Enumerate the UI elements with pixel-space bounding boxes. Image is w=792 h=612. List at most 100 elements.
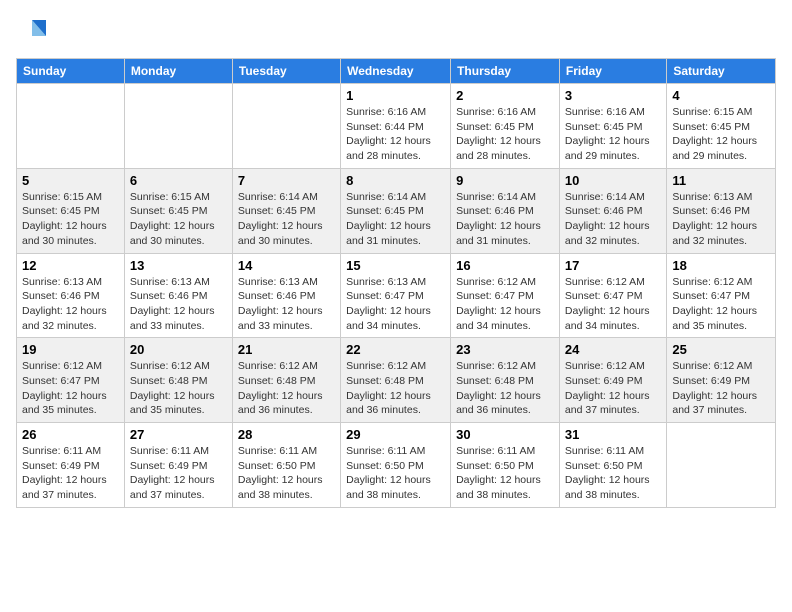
- day-info: Sunrise: 6:13 AM Sunset: 6:46 PM Dayligh…: [130, 275, 227, 334]
- day-number: 21: [238, 342, 335, 357]
- day-number: 14: [238, 258, 335, 273]
- day-info: Sunrise: 6:11 AM Sunset: 6:50 PM Dayligh…: [238, 444, 335, 503]
- page-header: [16, 16, 776, 48]
- day-info: Sunrise: 6:11 AM Sunset: 6:50 PM Dayligh…: [565, 444, 661, 503]
- calendar-cell: 12 Sunrise: 6:13 AM Sunset: 6:46 PM Dayli…: [17, 253, 125, 338]
- day-info: Sunrise: 6:12 AM Sunset: 6:48 PM Dayligh…: [456, 359, 554, 418]
- day-header-saturday: Saturday: [667, 59, 776, 84]
- calendar-cell: 23 Sunrise: 6:12 AM Sunset: 6:48 PM Dayli…: [451, 338, 560, 423]
- day-number: 6: [130, 173, 227, 188]
- calendar-cell: 31 Sunrise: 6:11 AM Sunset: 6:50 PM Dayli…: [559, 423, 666, 508]
- day-number: 29: [346, 427, 445, 442]
- calendar-table: SundayMondayTuesdayWednesdayThursdayFrid…: [16, 58, 776, 508]
- calendar-cell: 26Sunrise: 6:11 AM Sunset: 6:49 PM Dayli…: [17, 423, 125, 508]
- calendar-cell: [232, 84, 340, 169]
- calendar-cell: 11Sunrise: 6:13 AM Sunset: 6:46 PM Dayli…: [667, 168, 776, 253]
- calendar-cell: 4 Sunrise: 6:15 AM Sunset: 6:45 PM Daylig…: [667, 84, 776, 169]
- day-info: Sunrise: 6:14 AM Sunset: 6:45 PM Dayligh…: [238, 190, 335, 249]
- day-info: Sunrise: 6:14 AM Sunset: 6:45 PM Dayligh…: [346, 190, 445, 249]
- day-number: 25: [672, 342, 770, 357]
- day-number: 15: [346, 258, 445, 273]
- day-info: Sunrise: 6:14 AM Sunset: 6:46 PM Dayligh…: [456, 190, 554, 249]
- day-number: 31: [565, 427, 661, 442]
- day-info: Sunrise: 6:15 AM Sunset: 6:45 PM Dayligh…: [22, 190, 119, 249]
- day-info: Sunrise: 6:12 AM Sunset: 6:48 PM Dayligh…: [346, 359, 445, 418]
- day-number: 13: [130, 258, 227, 273]
- day-info: Sunrise: 6:12 AM Sunset: 6:49 PM Dayligh…: [672, 359, 770, 418]
- day-number: 24: [565, 342, 661, 357]
- day-info: Sunrise: 6:12 AM Sunset: 6:47 PM Dayligh…: [456, 275, 554, 334]
- day-header-wednesday: Wednesday: [341, 59, 451, 84]
- day-header-monday: Monday: [124, 59, 232, 84]
- day-number: 20: [130, 342, 227, 357]
- calendar-cell: 13 Sunrise: 6:13 AM Sunset: 6:46 PM Dayli…: [124, 253, 232, 338]
- day-number: 12: [22, 258, 119, 273]
- day-info: Sunrise: 6:12 AM Sunset: 6:47 PM Dayligh…: [22, 359, 119, 418]
- day-number: 1: [346, 88, 445, 103]
- day-header-sunday: Sunday: [17, 59, 125, 84]
- calendar-week-5: 26Sunrise: 6:11 AM Sunset: 6:49 PM Dayli…: [17, 423, 776, 508]
- calendar-cell: 22 Sunrise: 6:12 AM Sunset: 6:48 PM Dayli…: [341, 338, 451, 423]
- calendar-cell: 5Sunrise: 6:15 AM Sunset: 6:45 PM Daylig…: [17, 168, 125, 253]
- calendar-cell: 24 Sunrise: 6:12 AM Sunset: 6:49 PM Dayli…: [559, 338, 666, 423]
- calendar-cell: [124, 84, 232, 169]
- day-header-thursday: Thursday: [451, 59, 560, 84]
- day-info: Sunrise: 6:11 AM Sunset: 6:50 PM Dayligh…: [346, 444, 445, 503]
- day-number: 3: [565, 88, 661, 103]
- day-number: 19: [22, 342, 119, 357]
- day-info: Sunrise: 6:12 AM Sunset: 6:48 PM Dayligh…: [238, 359, 335, 418]
- day-info: Sunrise: 6:14 AM Sunset: 6:46 PM Dayligh…: [565, 190, 661, 249]
- day-number: 16: [456, 258, 554, 273]
- calendar-cell: 1 Sunrise: 6:16 AM Sunset: 6:44 PM Daylig…: [341, 84, 451, 169]
- calendar-cell: 2Sunrise: 6:16 AM Sunset: 6:45 PM Daylig…: [451, 84, 560, 169]
- calendar-cell: [17, 84, 125, 169]
- calendar-cell: 7 Sunrise: 6:14 AM Sunset: 6:45 PM Daylig…: [232, 168, 340, 253]
- day-number: 4: [672, 88, 770, 103]
- day-number: 28: [238, 427, 335, 442]
- calendar-cell: 29 Sunrise: 6:11 AM Sunset: 6:50 PM Dayli…: [341, 423, 451, 508]
- day-info: Sunrise: 6:11 AM Sunset: 6:50 PM Dayligh…: [456, 444, 554, 503]
- day-number: 2: [456, 88, 554, 103]
- calendar-cell: 15Sunrise: 6:13 AM Sunset: 6:47 PM Dayli…: [341, 253, 451, 338]
- day-number: 8: [346, 173, 445, 188]
- calendar-cell: 28 Sunrise: 6:11 AM Sunset: 6:50 PM Dayli…: [232, 423, 340, 508]
- day-info: Sunrise: 6:12 AM Sunset: 6:47 PM Dayligh…: [672, 275, 770, 334]
- calendar-week-3: 12 Sunrise: 6:13 AM Sunset: 6:46 PM Dayli…: [17, 253, 776, 338]
- day-number: 27: [130, 427, 227, 442]
- calendar-cell: 9 Sunrise: 6:14 AM Sunset: 6:46 PM Daylig…: [451, 168, 560, 253]
- day-info: Sunrise: 6:11 AM Sunset: 6:49 PM Dayligh…: [22, 444, 119, 503]
- calendar-cell: 17Sunrise: 6:12 AM Sunset: 6:47 PM Dayli…: [559, 253, 666, 338]
- day-number: 7: [238, 173, 335, 188]
- calendar-cell: 3 Sunrise: 6:16 AM Sunset: 6:45 PM Daylig…: [559, 84, 666, 169]
- calendar-week-4: 19 Sunrise: 6:12 AM Sunset: 6:47 PM Dayli…: [17, 338, 776, 423]
- calendar-cell: 6 Sunrise: 6:15 AM Sunset: 6:45 PM Daylig…: [124, 168, 232, 253]
- calendar-cell: 14 Sunrise: 6:13 AM Sunset: 6:46 PM Dayli…: [232, 253, 340, 338]
- calendar-week-1: 1 Sunrise: 6:16 AM Sunset: 6:44 PM Daylig…: [17, 84, 776, 169]
- calendar-cell: 18Sunrise: 6:12 AM Sunset: 6:47 PM Dayli…: [667, 253, 776, 338]
- day-number: 10: [565, 173, 661, 188]
- day-info: Sunrise: 6:16 AM Sunset: 6:45 PM Dayligh…: [565, 105, 661, 164]
- day-number: 22: [346, 342, 445, 357]
- day-number: 17: [565, 258, 661, 273]
- calendar-cell: 20Sunrise: 6:12 AM Sunset: 6:48 PM Dayli…: [124, 338, 232, 423]
- day-info: Sunrise: 6:13 AM Sunset: 6:46 PM Dayligh…: [238, 275, 335, 334]
- day-info: Sunrise: 6:12 AM Sunset: 6:49 PM Dayligh…: [565, 359, 661, 418]
- day-number: 9: [456, 173, 554, 188]
- calendar-week-2: 5Sunrise: 6:15 AM Sunset: 6:45 PM Daylig…: [17, 168, 776, 253]
- day-info: Sunrise: 6:13 AM Sunset: 6:46 PM Dayligh…: [22, 275, 119, 334]
- calendar-cell: 27 Sunrise: 6:11 AM Sunset: 6:49 PM Dayli…: [124, 423, 232, 508]
- calendar-header-row: SundayMondayTuesdayWednesdayThursdayFrid…: [17, 59, 776, 84]
- calendar-cell: 30Sunrise: 6:11 AM Sunset: 6:50 PM Dayli…: [451, 423, 560, 508]
- logo: [16, 16, 50, 48]
- calendar-cell: 21 Sunrise: 6:12 AM Sunset: 6:48 PM Dayli…: [232, 338, 340, 423]
- day-header-friday: Friday: [559, 59, 666, 84]
- day-number: 23: [456, 342, 554, 357]
- day-info: Sunrise: 6:15 AM Sunset: 6:45 PM Dayligh…: [672, 105, 770, 164]
- logo-icon: [18, 16, 50, 48]
- calendar-cell: 16 Sunrise: 6:12 AM Sunset: 6:47 PM Dayli…: [451, 253, 560, 338]
- day-info: Sunrise: 6:15 AM Sunset: 6:45 PM Dayligh…: [130, 190, 227, 249]
- calendar-cell: 10 Sunrise: 6:14 AM Sunset: 6:46 PM Dayli…: [559, 168, 666, 253]
- day-info: Sunrise: 6:16 AM Sunset: 6:44 PM Dayligh…: [346, 105, 445, 164]
- day-info: Sunrise: 6:13 AM Sunset: 6:46 PM Dayligh…: [672, 190, 770, 249]
- day-info: Sunrise: 6:11 AM Sunset: 6:49 PM Dayligh…: [130, 444, 227, 503]
